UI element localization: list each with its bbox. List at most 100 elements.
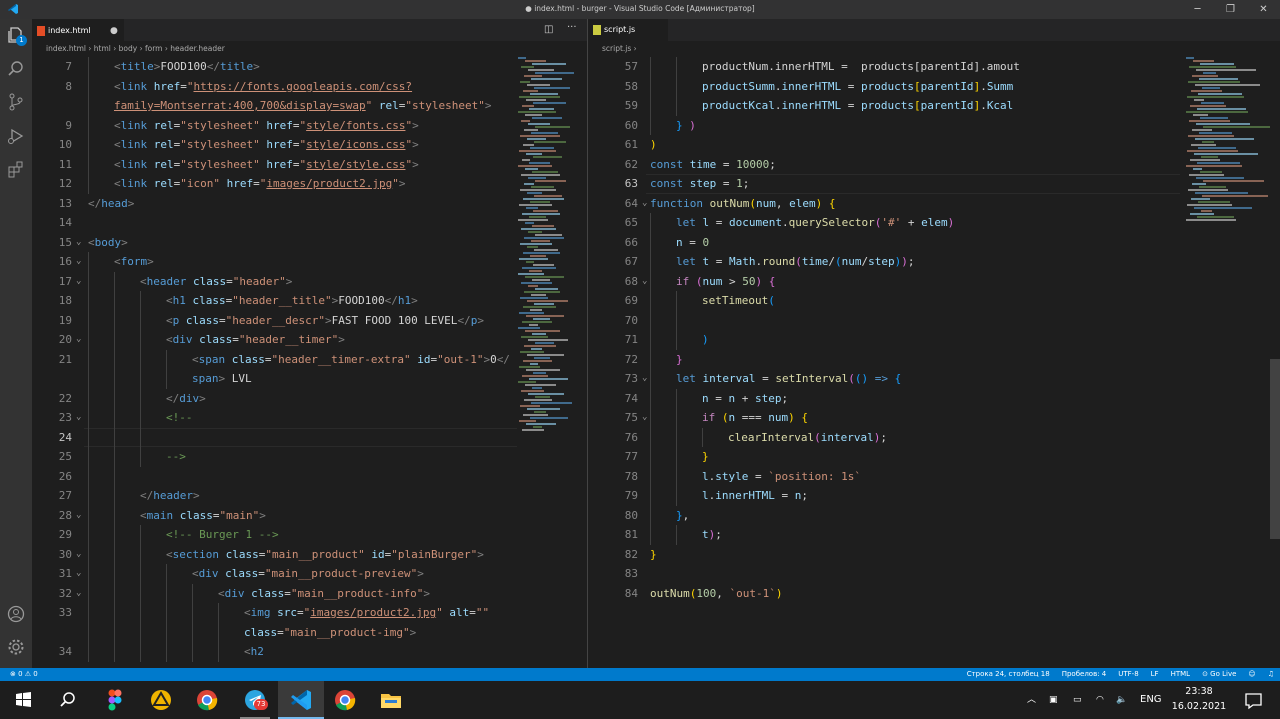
scrollbar-thumb[interactable] xyxy=(1270,359,1280,539)
file-explorer-icon[interactable] xyxy=(376,685,406,715)
indent-guide xyxy=(88,310,89,330)
figma-icon[interactable] xyxy=(100,685,130,715)
split-editor-icon[interactable]: ◫ xyxy=(544,24,553,35)
code-line: <span class="header__timer-extra" id="ou… xyxy=(192,352,510,366)
source-control-icon[interactable] xyxy=(6,92,26,112)
notifications-icon[interactable] xyxy=(1238,685,1268,715)
line-number: 73 xyxy=(624,372,638,385)
minimize-button[interactable]: ─ xyxy=(1181,0,1214,19)
line-number: 60 xyxy=(624,118,638,132)
line-number: 14 xyxy=(58,216,72,229)
arduino-icon[interactable] xyxy=(146,685,176,715)
title-bar: ● index.html - burger - Visual Studio Co… xyxy=(0,0,1280,19)
indent-guide xyxy=(218,622,219,642)
breadcrumb-item[interactable]: header.header xyxy=(170,44,225,53)
minimap[interactable] xyxy=(518,57,576,457)
feedback-icon[interactable]: ☺ xyxy=(1248,668,1255,681)
search-icon[interactable] xyxy=(6,59,26,79)
battery-icon[interactable]: ▭ xyxy=(1073,681,1082,719)
encoding[interactable]: UTF-8 xyxy=(1118,668,1138,681)
indent-guide xyxy=(88,369,89,389)
line-number: 84 xyxy=(624,586,638,600)
language-mode[interactable]: HTML xyxy=(1171,668,1190,681)
cursor-position[interactable]: Строка 24, столбец 18 xyxy=(967,668,1050,681)
fold-chevron-icon[interactable]: ⌄ xyxy=(76,330,81,350)
unsaved-dot-icon[interactable]: ● xyxy=(110,20,118,42)
explorer-badge: 1 xyxy=(16,35,27,46)
indent-guide xyxy=(650,115,651,135)
code-line: const time = 10000; xyxy=(650,157,776,171)
fold-chevron-icon[interactable]: ⌄ xyxy=(76,564,81,584)
fold-chevron-icon[interactable]: ⌄ xyxy=(76,252,81,272)
indent-guide xyxy=(140,564,141,584)
code-line: l.innerHTML = n; xyxy=(702,489,808,502)
fold-chevron-icon[interactable]: ⌄ xyxy=(76,272,81,292)
line-number: 81 xyxy=(624,528,638,541)
maximize-button[interactable]: ❐ xyxy=(1214,0,1247,19)
breadcrumb-item[interactable]: html xyxy=(94,44,111,53)
indent-guide xyxy=(650,96,651,116)
line-number: 65 xyxy=(624,216,638,229)
breadcrumb-item[interactable]: script.js xyxy=(602,44,631,53)
run-debug-icon[interactable] xyxy=(6,126,26,146)
fold-chevron-icon[interactable]: ⌄ xyxy=(642,194,647,214)
language-indicator[interactable]: ENG xyxy=(1140,681,1162,719)
code-line: if (n === num) { xyxy=(702,411,808,424)
tab-script-js[interactable]: script.js xyxy=(588,19,668,41)
tray-expand-icon[interactable]: ︿ xyxy=(1027,681,1036,719)
indent-guide xyxy=(88,505,89,525)
breadcrumb-item[interactable]: form xyxy=(145,44,163,53)
indentation[interactable]: Пробелов: 4 xyxy=(1062,668,1107,681)
close-button[interactable]: ✕ xyxy=(1247,0,1280,19)
indent-guide xyxy=(166,583,167,603)
chrome-icon[interactable] xyxy=(330,685,360,715)
notifications-bell-icon[interactable]: ♫ xyxy=(1268,668,1274,681)
indent-guide xyxy=(192,603,193,623)
fold-chevron-icon[interactable]: ⌄ xyxy=(76,408,81,428)
more-actions-icon[interactable]: ··· xyxy=(567,22,577,33)
eol[interactable]: LF xyxy=(1151,668,1159,681)
tray-app-icon[interactable]: ▣ xyxy=(1049,681,1058,719)
volume-icon[interactable]: 🔈 xyxy=(1116,681,1127,719)
line-number: 83 xyxy=(624,567,638,580)
breadcrumb-item[interactable]: body xyxy=(119,44,138,53)
go-live-button[interactable]: ⊙ Go Live xyxy=(1202,668,1236,681)
fold-chevron-icon[interactable]: ⌄ xyxy=(76,545,81,565)
fold-chevron-icon[interactable]: ⌄ xyxy=(76,584,81,604)
code-line: <form> xyxy=(114,255,154,268)
wifi-icon[interactable]: ◠ xyxy=(1096,681,1104,719)
fold-chevron-icon[interactable]: ⌄ xyxy=(642,369,647,389)
account-icon[interactable] xyxy=(6,604,26,624)
indent-guide xyxy=(114,564,115,584)
line-number: 57 xyxy=(624,60,638,73)
fold-chevron-icon[interactable]: ⌄ xyxy=(76,506,81,526)
tab-index-html[interactable]: index.html ● xyxy=(32,19,124,41)
clock[interactable]: 23:38 16.02.2021 xyxy=(1170,684,1228,714)
indent-guide xyxy=(676,408,677,428)
chrome-icon[interactable] xyxy=(192,685,222,715)
indent-guide xyxy=(218,603,219,623)
indent-guide xyxy=(140,447,141,467)
indent-guide xyxy=(88,564,89,584)
code-line: <link rel="stylesheet" href="style/style… xyxy=(114,157,419,171)
fold-chevron-icon[interactable]: ⌄ xyxy=(76,233,81,253)
indent-guide xyxy=(114,466,115,486)
minimap[interactable] xyxy=(1186,57,1270,237)
problems-indicator[interactable]: ⊗ 0 ⚠ 0 xyxy=(10,668,38,681)
fold-chevron-icon[interactable]: ⌄ xyxy=(642,408,647,428)
search-icon[interactable] xyxy=(53,685,83,715)
telegram-taskbar-item[interactable]: 73 xyxy=(232,681,278,719)
code-area[interactable]: 7 <title>FOOD100</title> 8 <link href="http… xyxy=(32,57,587,668)
code-line: if (num > 50) { xyxy=(676,274,776,288)
code-line: outNum(100, `out-1`) xyxy=(650,586,783,600)
settings-gear-icon[interactable] xyxy=(6,637,26,657)
fold-chevron-icon[interactable]: ⌄ xyxy=(642,272,647,292)
windows-start-icon[interactable] xyxy=(8,685,38,715)
code-area[interactable]: 57 productNum.innerHTML = products[parent… xyxy=(588,57,1280,668)
breadcrumb-item[interactable]: index.html xyxy=(46,44,86,53)
line-number: 18 xyxy=(58,294,72,307)
vscode-taskbar-item[interactable] xyxy=(278,681,324,719)
code-line: productNum.innerHTML = products[parentId… xyxy=(702,60,1020,73)
indent-guide xyxy=(88,388,89,408)
extensions-icon[interactable] xyxy=(6,159,26,179)
